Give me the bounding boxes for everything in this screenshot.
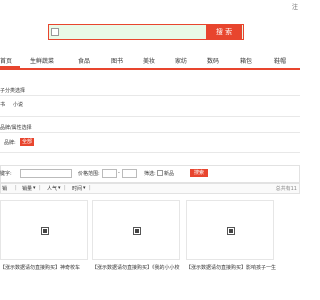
divider bbox=[0, 95, 300, 96]
product-card[interactable] bbox=[0, 200, 88, 260]
product-title[interactable]: 【涨示数据请勿直接购买】《我的小小校 bbox=[92, 264, 180, 271]
total-count: 总共有11 bbox=[275, 186, 297, 192]
price-range-dash: - bbox=[118, 170, 120, 176]
keyword-input[interactable] bbox=[20, 169, 72, 178]
new-product-label: 新品 bbox=[164, 171, 175, 177]
sort-divider: | bbox=[64, 185, 66, 191]
filter-search-button[interactable]: 搜索 bbox=[190, 169, 208, 177]
product-title[interactable]: 【涨示数据请勿直接购买】神奇校车 bbox=[0, 264, 80, 271]
brand-label: 品牌: bbox=[4, 140, 16, 146]
sort-divider: | bbox=[89, 185, 91, 191]
sort-divider: | bbox=[39, 185, 41, 191]
product-card[interactable] bbox=[92, 200, 180, 260]
product-card[interactable] bbox=[186, 200, 274, 260]
nav-active-indicator bbox=[0, 66, 20, 70]
price-min-input[interactable] bbox=[102, 169, 117, 178]
top-right-link[interactable]: 注 bbox=[292, 2, 298, 11]
nav-item-fresh[interactable]: 生鲜蔬菜 bbox=[30, 56, 54, 65]
sort-option-time[interactable]: 时间 bbox=[72, 185, 82, 192]
category-title: 子分类选择 bbox=[0, 88, 26, 94]
sort-bar: 销 | 销量 ▾ | 人气 ▾ | 时间 ▾ | 总共有11 bbox=[0, 183, 300, 194]
nav-item-beauty[interactable]: 美妆 bbox=[143, 56, 155, 65]
nav-item-shoes[interactable]: 鞋帽 bbox=[274, 56, 286, 65]
sort-option-sales[interactable]: 销量 bbox=[22, 185, 32, 192]
main-nav: 首页 生鲜蔬菜 食品 图书 美妆 家纺 数码 箱包 鞋帽 bbox=[0, 56, 300, 67]
nav-item-books[interactable]: 图书 bbox=[111, 56, 123, 65]
search-button[interactable]: 搜 索 bbox=[206, 24, 242, 40]
nav-item-digital[interactable]: 数码 bbox=[207, 56, 219, 65]
nav-item-bags[interactable]: 箱包 bbox=[240, 56, 252, 65]
keyword-label: 键字: bbox=[0, 171, 12, 177]
brand-all-chip[interactable]: 全部 bbox=[20, 138, 34, 146]
chevron-down-icon: ▾ bbox=[58, 185, 61, 191]
sort-option-default[interactable]: 销 bbox=[2, 185, 7, 192]
nav-underline bbox=[0, 68, 300, 70]
search-checkbox[interactable] bbox=[51, 28, 59, 36]
divider bbox=[0, 132, 300, 133]
brand-title: 品牌/属性选择 bbox=[0, 125, 32, 131]
new-product-checkbox[interactable] bbox=[157, 170, 163, 176]
product-title[interactable]: 【涨示数据请勿直接购买】影响孩子一生 bbox=[186, 264, 276, 271]
sort-divider: | bbox=[15, 185, 17, 191]
image-placeholder-icon bbox=[227, 227, 235, 235]
nav-item-home-textile[interactable]: 家纺 bbox=[175, 56, 187, 65]
image-placeholder-icon bbox=[41, 227, 49, 235]
price-max-input[interactable] bbox=[122, 169, 137, 178]
divider bbox=[0, 152, 300, 153]
divider bbox=[0, 116, 300, 117]
chevron-down-icon: ▾ bbox=[83, 185, 86, 191]
nav-item-food[interactable]: 食品 bbox=[78, 56, 90, 65]
image-placeholder-icon bbox=[133, 227, 141, 235]
nav-item-home[interactable]: 首页 bbox=[0, 56, 12, 65]
sort-option-popularity[interactable]: 人气 bbox=[47, 185, 57, 192]
chevron-down-icon: ▾ bbox=[33, 185, 36, 191]
category-option-book[interactable]: 书 bbox=[0, 101, 5, 108]
category-option-novel[interactable]: 小说 bbox=[13, 101, 23, 108]
price-range-label: 价格范围: bbox=[78, 171, 100, 177]
filter-label: 筛选: bbox=[144, 171, 156, 177]
